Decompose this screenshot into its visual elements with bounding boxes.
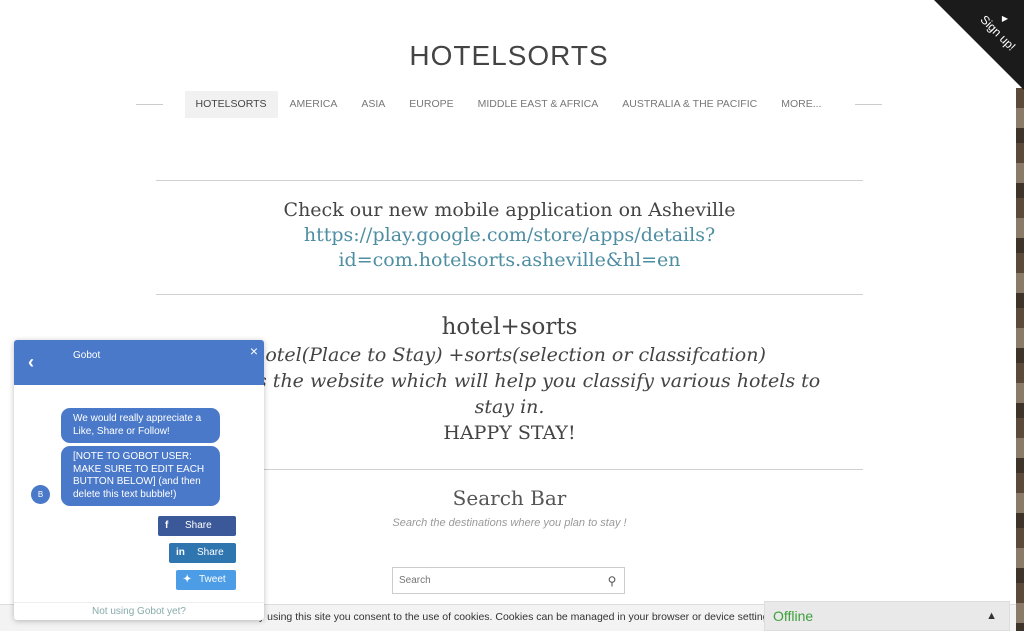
bot-avatar: B <box>31 485 50 504</box>
site-title[interactable]: HOTELSORTS <box>0 40 1018 72</box>
facebook-icon: f <box>165 520 169 531</box>
linkedin-share-button[interactable]: in Share <box>169 543 236 563</box>
nav-item-asia[interactable]: ASIA <box>349 91 397 118</box>
facebook-share-button[interactable]: f Share <box>158 516 236 536</box>
linkedin-share-label: Share <box>197 547 224 558</box>
play-store-link[interactable]: https://play.google.com/store/apps/detai… <box>156 223 863 273</box>
gobot-footer-link[interactable]: Not using Gobot yet? <box>14 602 264 620</box>
chat-bubble: We would really appreciate a Like, Share… <box>61 408 220 443</box>
search-box[interactable]: ⚲ <box>392 567 625 594</box>
link-line-2: id=com.hotelsorts.asheville&hl=en <box>338 249 681 271</box>
divider <box>156 294 863 295</box>
close-icon[interactable]: × <box>250 343 258 359</box>
tweet-label: Tweet <box>199 574 226 585</box>
twitter-tweet-button[interactable]: ✦ Tweet <box>176 570 236 590</box>
nav-items: HOTELSORTS AMERICA ASIA EUROPE MIDDLE EA… <box>184 91 834 118</box>
facebook-share-label: Share <box>185 520 212 531</box>
chat-status-bar[interactable]: Offline ▲ <box>764 601 1010 631</box>
nav-item-europe[interactable]: EUROPE <box>397 91 465 118</box>
linkedin-icon: in <box>176 547 185 558</box>
app-promo: Check our new mobile application on Ashe… <box>156 198 863 273</box>
play-icon: ▶ <box>1001 14 1008 23</box>
nav-divider-right <box>855 104 882 105</box>
nav-item-australia-pacific[interactable]: AUSTRALIA & THE PACIFIC <box>610 91 769 118</box>
nav-item-more[interactable]: MORE... <box>769 91 833 118</box>
nav-item-hotelsorts[interactable]: HOTELSORTS <box>184 91 278 118</box>
promo-text: Check our new mobile application on Ashe… <box>283 199 736 221</box>
nav-item-middle-east-africa[interactable]: MIDDLE EAST & AFRICA <box>466 91 611 118</box>
nav-item-america[interactable]: AMERICA <box>278 91 350 118</box>
back-arrow-icon[interactable]: ‹ <box>28 352 34 373</box>
twitter-icon: ✦ <box>183 574 192 585</box>
background-photo-strip <box>1016 88 1024 631</box>
main-navigation: HOTELSORTS AMERICA ASIA EUROPE MIDDLE EA… <box>136 91 882 118</box>
chevron-up-icon[interactable]: ▲ <box>986 610 997 622</box>
gobot-chat-widget: ‹ Gobot × We would really appreciate a L… <box>14 340 264 620</box>
search-icon[interactable]: ⚲ <box>600 574 624 588</box>
about-heading: hotel+sorts <box>441 314 578 340</box>
nav-divider-left <box>136 104 163 105</box>
gobot-title: Gobot <box>73 350 101 361</box>
signup-corner-ribbon[interactable]: ▶ Sign up! <box>934 0 1024 90</box>
chat-status-label: Offline <box>773 608 814 624</box>
divider <box>156 180 863 181</box>
chat-bubble: [NOTE TO GOBOT USER: MAKE SURE TO EDIT E… <box>61 446 220 506</box>
gobot-header: ‹ Gobot × <box>14 340 264 385</box>
link-line-1: https://play.google.com/store/apps/detai… <box>303 224 716 246</box>
search-input[interactable] <box>393 568 600 593</box>
cookie-text: By using this site you consent to the us… <box>252 611 777 623</box>
